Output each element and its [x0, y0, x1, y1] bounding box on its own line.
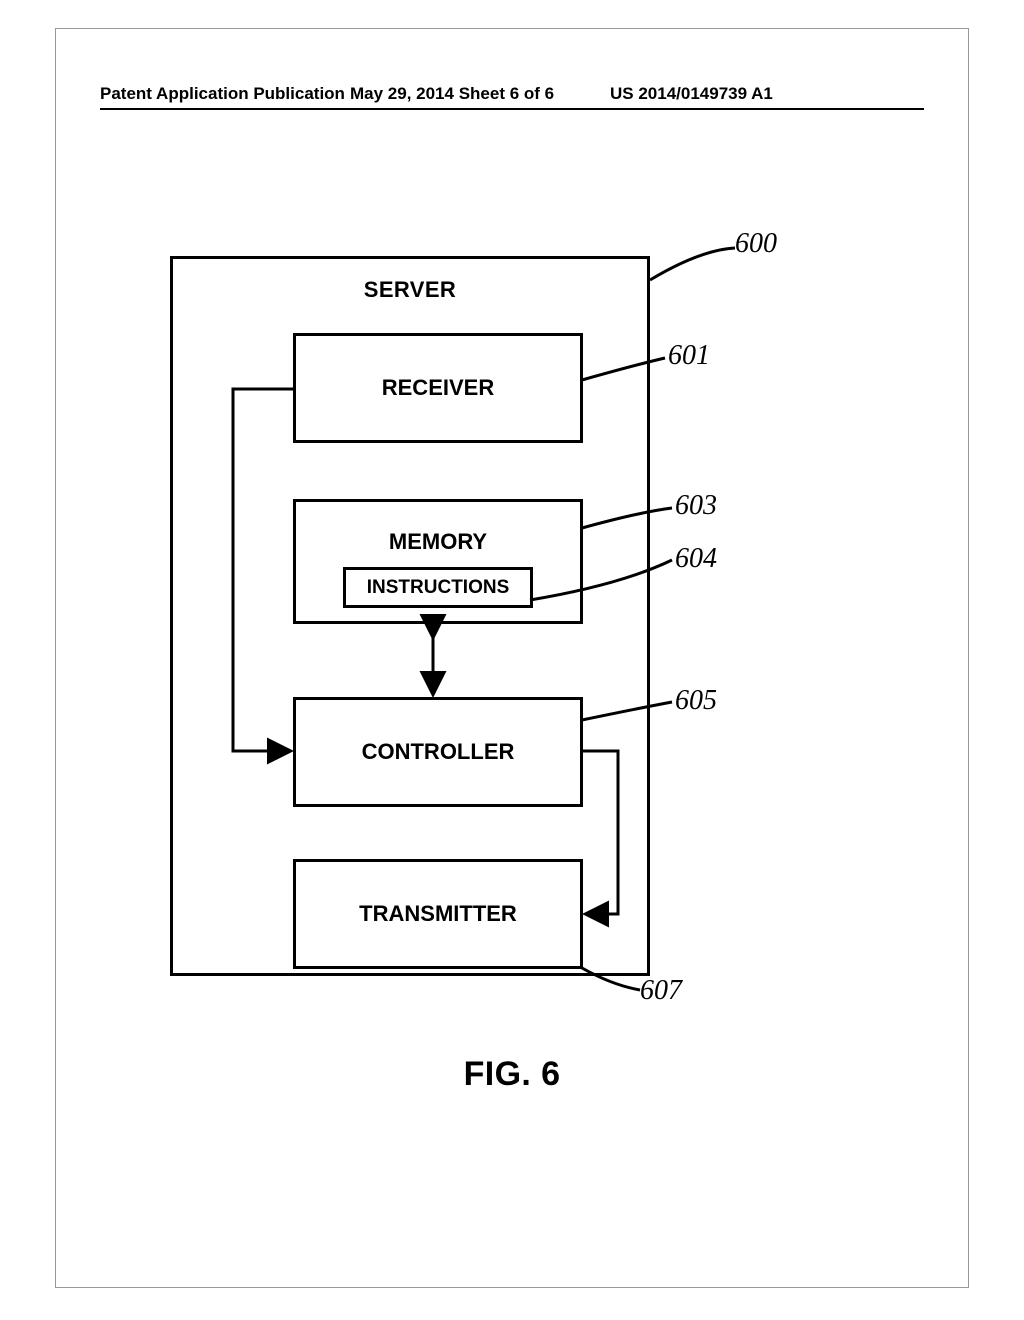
server-diagram: SERVER RECEIVER MEMORY INSTRUCTIONS CONT… [170, 256, 650, 976]
header-left: Patent Application Publication [100, 84, 345, 104]
header-mid: May 29, 2014 Sheet 6 of 6 [350, 84, 554, 104]
memory-label: MEMORY [389, 529, 487, 555]
ref-603: 603 [675, 490, 717, 522]
ref-600: 600 [735, 228, 777, 260]
receiver-label: RECEIVER [382, 375, 494, 401]
ref-607: 607 [640, 975, 682, 1007]
instructions-label: INSTRUCTIONS [367, 577, 510, 599]
instructions-block: INSTRUCTIONS [343, 567, 533, 608]
ref-604: 604 [675, 543, 717, 575]
ref-601: 601 [668, 340, 710, 372]
figure-caption: FIG. 6 [0, 1055, 1024, 1094]
receiver-block: RECEIVER [293, 333, 583, 443]
transmitter-label: TRANSMITTER [359, 901, 517, 927]
memory-block: MEMORY INSTRUCTIONS [293, 499, 583, 624]
server-label: SERVER [173, 277, 647, 303]
ref-605: 605 [675, 685, 717, 717]
header-underline [100, 108, 924, 110]
header-right: US 2014/0149739 A1 [610, 84, 773, 104]
transmitter-block: TRANSMITTER [293, 859, 583, 969]
controller-block: CONTROLLER [293, 697, 583, 807]
controller-label: CONTROLLER [362, 739, 515, 765]
